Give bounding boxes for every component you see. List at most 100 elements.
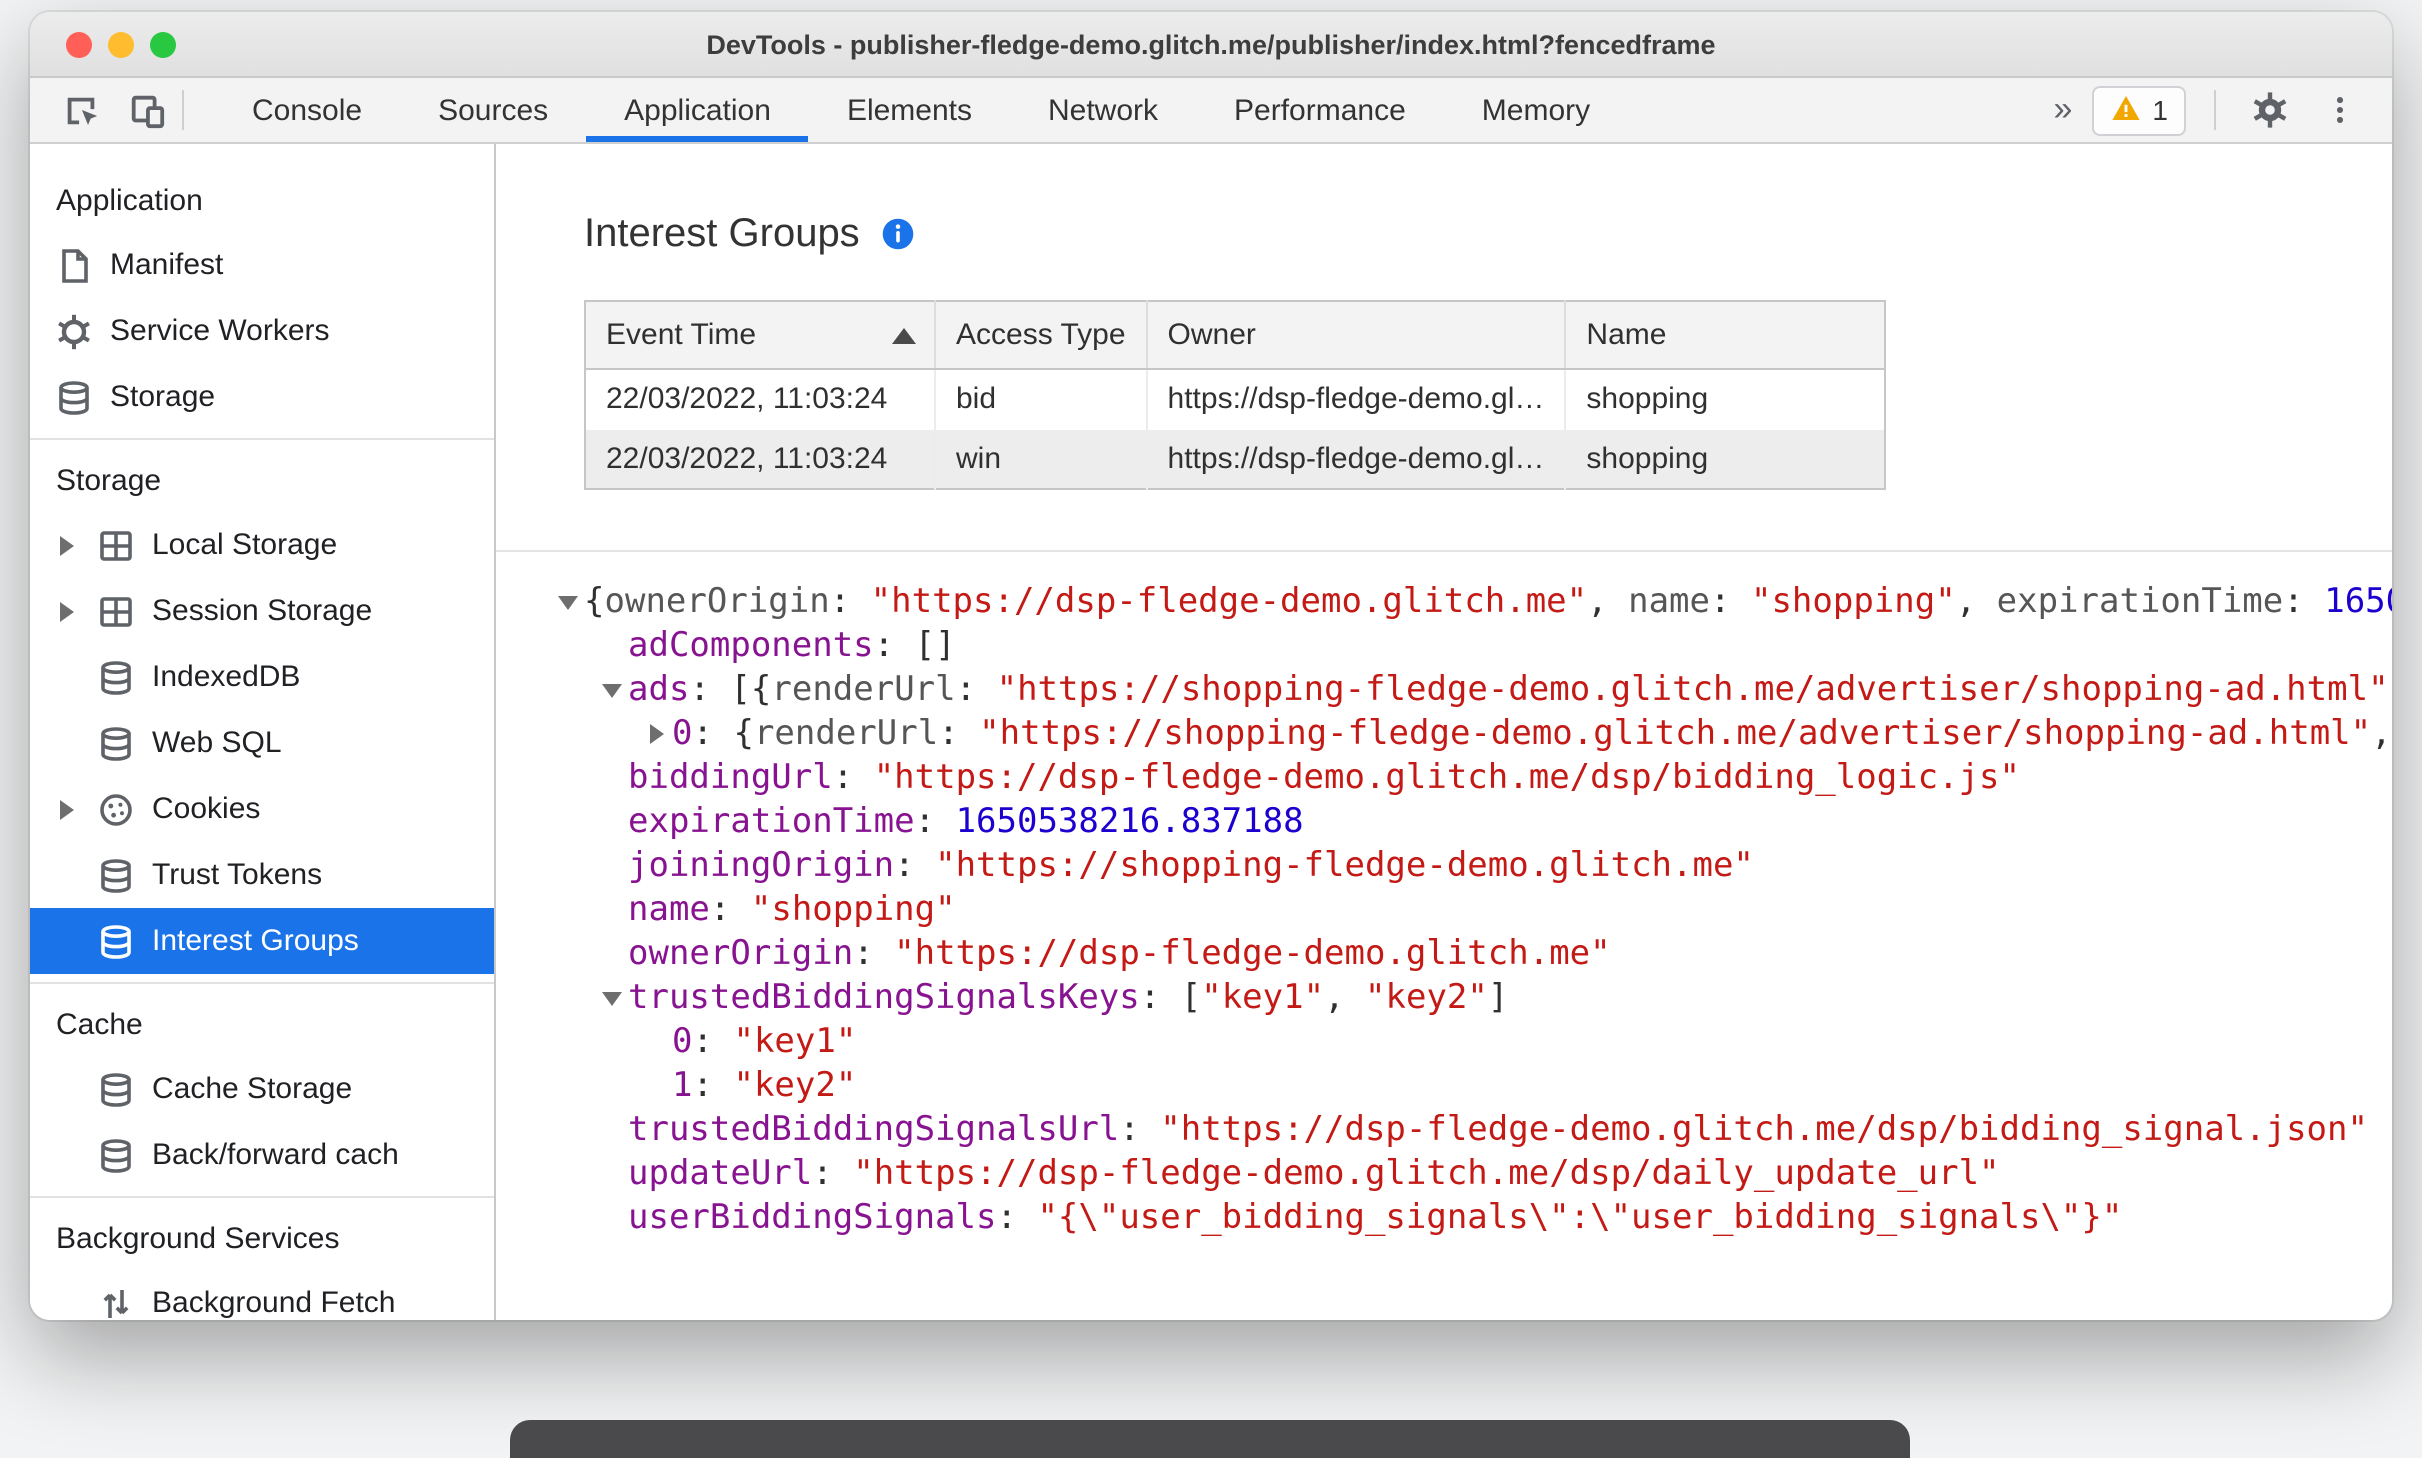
json-key: userBiddingSignals (628, 1198, 997, 1238)
sidebar-item-label: Manifest (110, 248, 224, 282)
tree-line[interactable]: 1: "key2" (552, 1064, 2392, 1108)
inspect-icon[interactable] (54, 84, 106, 136)
table-icon (96, 525, 136, 565)
sidebar-item-back-forward-cach[interactable]: Back/forward cach (30, 1122, 494, 1188)
tree-line[interactable]: ads: [{renderUrl: "https://shopping-fled… (552, 668, 2392, 712)
tree-line[interactable]: adComponents: [] (552, 624, 2392, 668)
tree-expanded-arrow-icon[interactable] (596, 991, 628, 1005)
tree-line[interactable]: trustedBiddingSignalsUrl: "https://dsp-f… (552, 1108, 2392, 1152)
tree-line[interactable]: ownerOrigin: "https://dsp-fledge-demo.gl… (552, 932, 2392, 976)
warnings-badge[interactable]: 1 (2092, 85, 2186, 135)
sidebar-item-cookies[interactable]: Cookies (30, 776, 494, 842)
info-icon[interactable] (880, 216, 916, 252)
sidebar-section-application[interactable]: Application (30, 168, 494, 232)
close-button[interactable] (66, 31, 92, 57)
sidebar-item-label: Background Fetch (152, 1286, 396, 1320)
settings-gear-icon[interactable] (2244, 84, 2296, 136)
interest-groups-table: Event Time Access Type Owner Name 22/03/202… (584, 300, 1887, 490)
json-key: 1 (672, 1066, 693, 1106)
sidebar-section-storage[interactable]: Storage (30, 448, 494, 512)
sidebar-item-storage[interactable]: Storage (30, 364, 494, 430)
sidebar-item-service-workers[interactable]: Service Workers (30, 298, 494, 364)
tree-line[interactable]: 0: {renderUrl: "https://shopping-fledge-… (552, 712, 2392, 756)
tree-line[interactable]: joiningOrigin: "https://shopping-fledge-… (552, 844, 2392, 888)
tree-collapsed-arrow-icon[interactable] (640, 724, 672, 744)
devtools-toolbar: Console Sources Application Elements Network… (30, 78, 2392, 144)
sidebar-item-session-storage[interactable]: Session Storage (30, 578, 494, 644)
sidebar-section-cache[interactable]: Cache (30, 992, 494, 1056)
tab-application[interactable]: Application (586, 78, 810, 142)
minimize-button[interactable] (108, 31, 134, 57)
tab-elements[interactable]: Elements (809, 78, 1010, 142)
sidebar-item-web-sql[interactable]: Web SQL (30, 710, 494, 776)
devtools-body: Application Manifest Service Workers Storag… (30, 144, 2392, 1320)
table-cell[interactable]: win (935, 429, 1148, 489)
tree-expanded-arrow-icon[interactable] (552, 595, 584, 609)
table-cell[interactable]: https://dsp-fledge-demo.gl… (1146, 369, 1567, 429)
tab-console[interactable]: Console (214, 78, 400, 142)
expand-arrow-icon[interactable] (54, 535, 80, 555)
device-toolbar-icon[interactable] (120, 84, 172, 136)
table-cell[interactable]: 22/03/2022, 11:03:24 (585, 429, 936, 489)
sidebar-item-local-storage[interactable]: Local Storage (30, 512, 494, 578)
database-icon (96, 921, 136, 961)
sidebar-item-indexeddb[interactable]: IndexedDB (30, 644, 494, 710)
punctuation: : (938, 714, 980, 754)
string-value: "https://dsp-fledge-demo.glitch.me" (870, 582, 1588, 622)
tree-line[interactable]: 0: "key1" (552, 1020, 2392, 1064)
table-cell[interactable]: https://dsp-fledge-demo.gl… (1146, 429, 1567, 489)
sidebar-item-interest-groups[interactable]: Interest Groups (30, 908, 494, 974)
string-value: "https://shopping-fledge-demo.glitch.me" (935, 846, 1754, 886)
sidebar-item-trust-tokens[interactable]: Trust Tokens (30, 842, 494, 908)
punctuation: : (853, 934, 895, 974)
sidebar-section-background-services[interactable]: Background Services (30, 1206, 494, 1270)
tree-line[interactable]: name: "shopping" (552, 888, 2392, 932)
tree-line[interactable]: trustedBiddingSignalsKeys: ["key1", "key… (552, 976, 2392, 1020)
string-value: "https://dsp-fledge-demo.glitch.me/dsp/d… (853, 1154, 2000, 1194)
string-value: "shopping" (1750, 582, 1956, 622)
tab-performance[interactable]: Performance (1196, 78, 1444, 142)
zoom-button[interactable] (150, 31, 176, 57)
punctuation: : (2283, 582, 2325, 622)
table-row[interactable]: 22/03/2022, 11:03:24 bid https://dsp-fledg… (585, 369, 1885, 429)
tree-line[interactable]: {ownerOrigin: "https://dsp-fledge-demo.g… (552, 580, 2392, 624)
sidebar-item-manifest[interactable]: Manifest (30, 232, 494, 298)
sidebar-item-background-fetch[interactable]: Background Fetch (30, 1270, 494, 1320)
table-row[interactable]: 22/03/2022, 11:03:24 win https://dsp-fledg… (585, 429, 1886, 489)
punctuation: : (829, 582, 871, 622)
number-value: 1650538216.837188 (955, 802, 1304, 842)
tab-sources[interactable]: Sources (400, 78, 586, 142)
tree-line[interactable]: biddingUrl: "https://dsp-fledge-demo.gli… (552, 756, 2392, 800)
expand-arrow-icon[interactable] (54, 601, 80, 621)
punctuation: : { (692, 714, 754, 754)
punctuation: , (1324, 978, 1366, 1018)
tab-memory[interactable]: Memory (1444, 78, 1628, 142)
more-tabs-button[interactable]: » (2033, 78, 2092, 142)
tree-line[interactable]: expirationTime: 1650538216.837188 (552, 800, 2392, 844)
toolbar-right-icons: 1 (2092, 78, 2392, 142)
database-icon (96, 1069, 136, 1109)
column-header-access-type[interactable]: Access Type (935, 301, 1148, 370)
json-key: ads (628, 670, 690, 710)
table-cell[interactable]: shopping (1565, 369, 1885, 429)
table-cell[interactable]: shopping (1565, 429, 1886, 489)
column-header-name[interactable]: Name (1565, 301, 1886, 370)
column-header-owner[interactable]: Owner (1146, 301, 1567, 370)
table-cell[interactable]: 22/03/2022, 11:03:24 (585, 369, 936, 429)
table-cell[interactable]: bid (935, 369, 1148, 429)
expand-arrow-icon[interactable] (54, 799, 80, 819)
json-key: 0 (672, 714, 693, 754)
tree-line[interactable]: updateUrl: "https://dsp-fledge-demo.glit… (552, 1152, 2392, 1196)
kebab-menu-icon[interactable] (2314, 84, 2366, 136)
punctuation: : (812, 1154, 854, 1194)
tree-expanded-arrow-icon[interactable] (596, 683, 628, 697)
tab-network[interactable]: Network (1010, 78, 1196, 142)
json-key: trustedBiddingSignalsUrl (628, 1110, 1120, 1150)
punctuation: : (692, 1066, 734, 1106)
tree-line[interactable]: userBiddingSignals: "{\"user_bidding_sig… (552, 1196, 2392, 1240)
sidebar-item-cache-storage[interactable]: Cache Storage (30, 1056, 494, 1122)
number-value: 1650538 (2324, 582, 2392, 622)
column-header-event-time[interactable]: Event Time (585, 301, 936, 370)
database-icon (96, 855, 136, 895)
toolbar-left-icons (30, 78, 172, 142)
